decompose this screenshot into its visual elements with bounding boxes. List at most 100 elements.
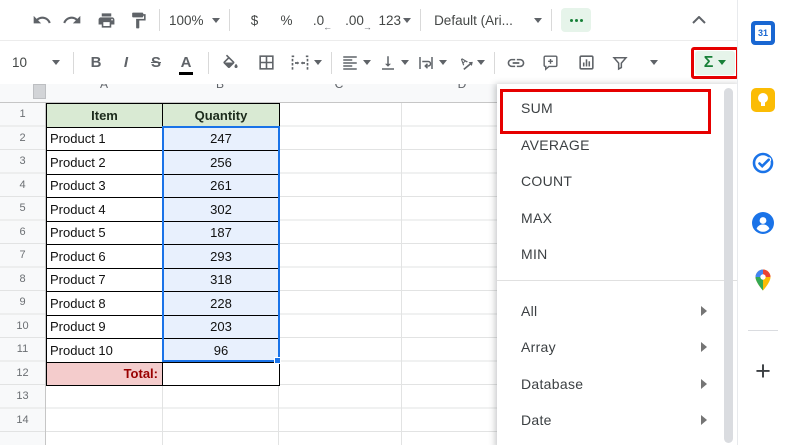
- menu-item-average[interactable]: AVERAGE: [497, 127, 737, 164]
- align-left-icon: [341, 54, 359, 72]
- create-filter-button[interactable]: [608, 50, 632, 76]
- insert-chart-button[interactable]: [574, 50, 598, 76]
- merge-cells-button[interactable]: [290, 50, 322, 76]
- menu-item-array[interactable]: Array: [497, 329, 737, 366]
- bold-button[interactable]: B: [83, 50, 109, 76]
- redo-icon: [62, 10, 82, 30]
- functions-button[interactable]: Σ: [695, 50, 735, 75]
- cell-B2[interactable]: 247: [163, 127, 280, 151]
- font-size-selector[interactable]: 10: [8, 50, 64, 76]
- cell-B9[interactable]: 228: [163, 292, 280, 316]
- google-maps-button[interactable]: [751, 268, 775, 292]
- cell-A1[interactable]: Item: [47, 104, 163, 128]
- text-wrap-button[interactable]: [417, 50, 447, 76]
- cell-B4[interactable]: 261: [163, 174, 280, 198]
- row-header-2[interactable]: 2: [0, 127, 45, 151]
- row-header-5[interactable]: 5: [0, 197, 45, 221]
- cell-B6[interactable]: 187: [163, 221, 280, 245]
- menu-item-max[interactable]: MAX: [497, 200, 737, 237]
- row-header-14[interactable]: 14: [0, 409, 45, 433]
- fill-color-button[interactable]: [218, 50, 242, 76]
- more-formats-button[interactable]: 123: [379, 7, 412, 33]
- select-all-corner[interactable]: [33, 84, 46, 99]
- google-tasks-button[interactable]: [751, 151, 775, 175]
- row-header-4[interactable]: 4: [0, 174, 45, 198]
- row-header-13[interactable]: 13: [0, 385, 45, 409]
- hide-menus-button[interactable]: [687, 7, 711, 33]
- cell-A8[interactable]: Product 7: [47, 268, 163, 292]
- cell-A4[interactable]: Product 3: [47, 174, 163, 198]
- paint-format-button[interactable]: [126, 7, 150, 33]
- cell-B3[interactable]: 256: [163, 151, 280, 175]
- cell-A9[interactable]: Product 8: [47, 292, 163, 316]
- cell-B7[interactable]: 293: [163, 245, 280, 269]
- menu-item-label: All: [521, 302, 538, 319]
- cell-B11[interactable]: 96: [163, 339, 280, 363]
- increase-decimal-button[interactable]: .00 →: [343, 7, 372, 33]
- cell-B1[interactable]: Quantity: [163, 104, 280, 128]
- cell-A6[interactable]: Product 5: [47, 221, 163, 245]
- print-button[interactable]: [94, 7, 118, 33]
- menu-item-label: Array: [521, 339, 556, 356]
- strikethrough-button[interactable]: S: [143, 50, 169, 76]
- menu-item-sum[interactable]: SUM: [497, 90, 737, 127]
- cell-B12[interactable]: [163, 362, 280, 386]
- menu-item-date[interactable]: Date: [497, 402, 737, 439]
- cell-A7[interactable]: Product 6: [47, 245, 163, 269]
- menu-item-all[interactable]: All: [497, 293, 737, 330]
- row-header-8[interactable]: 8: [0, 268, 45, 292]
- cell-A10[interactable]: Product 9: [47, 315, 163, 339]
- cell-A2[interactable]: Product 1: [47, 127, 163, 151]
- menu-scrollbar[interactable]: [724, 88, 733, 443]
- more-options-button[interactable]: [561, 8, 592, 32]
- text-color-button[interactable]: A: [173, 50, 199, 76]
- row-header-6[interactable]: 6: [0, 221, 45, 245]
- comment-icon: [541, 53, 560, 72]
- menu-item-database[interactable]: Database: [497, 366, 737, 403]
- horizontal-align-button[interactable]: [341, 50, 371, 76]
- cell-A12[interactable]: Total:: [47, 362, 163, 386]
- cell-A11[interactable]: Product 10: [47, 339, 163, 363]
- row-header-12[interactable]: 12: [0, 362, 45, 386]
- redo-button[interactable]: [60, 7, 84, 33]
- insert-link-button[interactable]: [504, 50, 528, 76]
- filter-views-button[interactable]: [642, 50, 666, 76]
- column-header-C[interactable]: C: [335, 84, 344, 91]
- menu-category-list: All Array Database Date: [497, 293, 737, 439]
- vertical-align-button[interactable]: [379, 50, 409, 76]
- row-header-10[interactable]: 10: [0, 315, 45, 339]
- undo-button[interactable]: [30, 7, 54, 33]
- google-calendar-button[interactable]: 31: [751, 21, 775, 45]
- cell-A3[interactable]: Product 2: [47, 151, 163, 175]
- insert-comment-button[interactable]: [538, 50, 562, 76]
- column-header-D[interactable]: D: [458, 84, 467, 91]
- get-addons-button[interactable]: +: [751, 358, 775, 385]
- row-header-7[interactable]: 7: [0, 244, 45, 268]
- filter-icon: [611, 54, 629, 72]
- fill-handle[interactable]: [274, 357, 281, 364]
- row-header-9[interactable]: 9: [0, 291, 45, 315]
- cell-A5[interactable]: Product 4: [47, 198, 163, 222]
- text-rotation-button[interactable]: A: [455, 50, 485, 76]
- italic-button[interactable]: I: [113, 50, 139, 76]
- google-keep-button[interactable]: [751, 88, 775, 112]
- format-percent-button[interactable]: %: [275, 7, 299, 33]
- font-selector[interactable]: Default (Ari...: [434, 7, 543, 33]
- cell-B10[interactable]: 203: [163, 315, 280, 339]
- menu-item-count[interactable]: COUNT: [497, 163, 737, 200]
- row-header-1[interactable]: 1: [0, 103, 45, 127]
- menu-item-min[interactable]: MIN: [497, 236, 737, 273]
- google-contacts-button[interactable]: [751, 211, 775, 235]
- cell-B5[interactable]: 302: [163, 198, 280, 222]
- column-header-B[interactable]: B: [216, 84, 224, 91]
- format-currency-button[interactable]: $: [243, 7, 267, 33]
- decrease-decimal-button[interactable]: .0 ←: [307, 7, 332, 33]
- chevron-down-icon: [718, 60, 727, 65]
- cell-B8[interactable]: 318: [163, 268, 280, 292]
- row-header-11[interactable]: 11: [0, 338, 45, 362]
- borders-button[interactable]: [254, 50, 278, 76]
- chart-icon: [577, 53, 596, 72]
- column-header-A[interactable]: A: [100, 84, 108, 91]
- row-header-3[interactable]: 3: [0, 150, 45, 174]
- zoom-button[interactable]: 100%: [169, 7, 220, 33]
